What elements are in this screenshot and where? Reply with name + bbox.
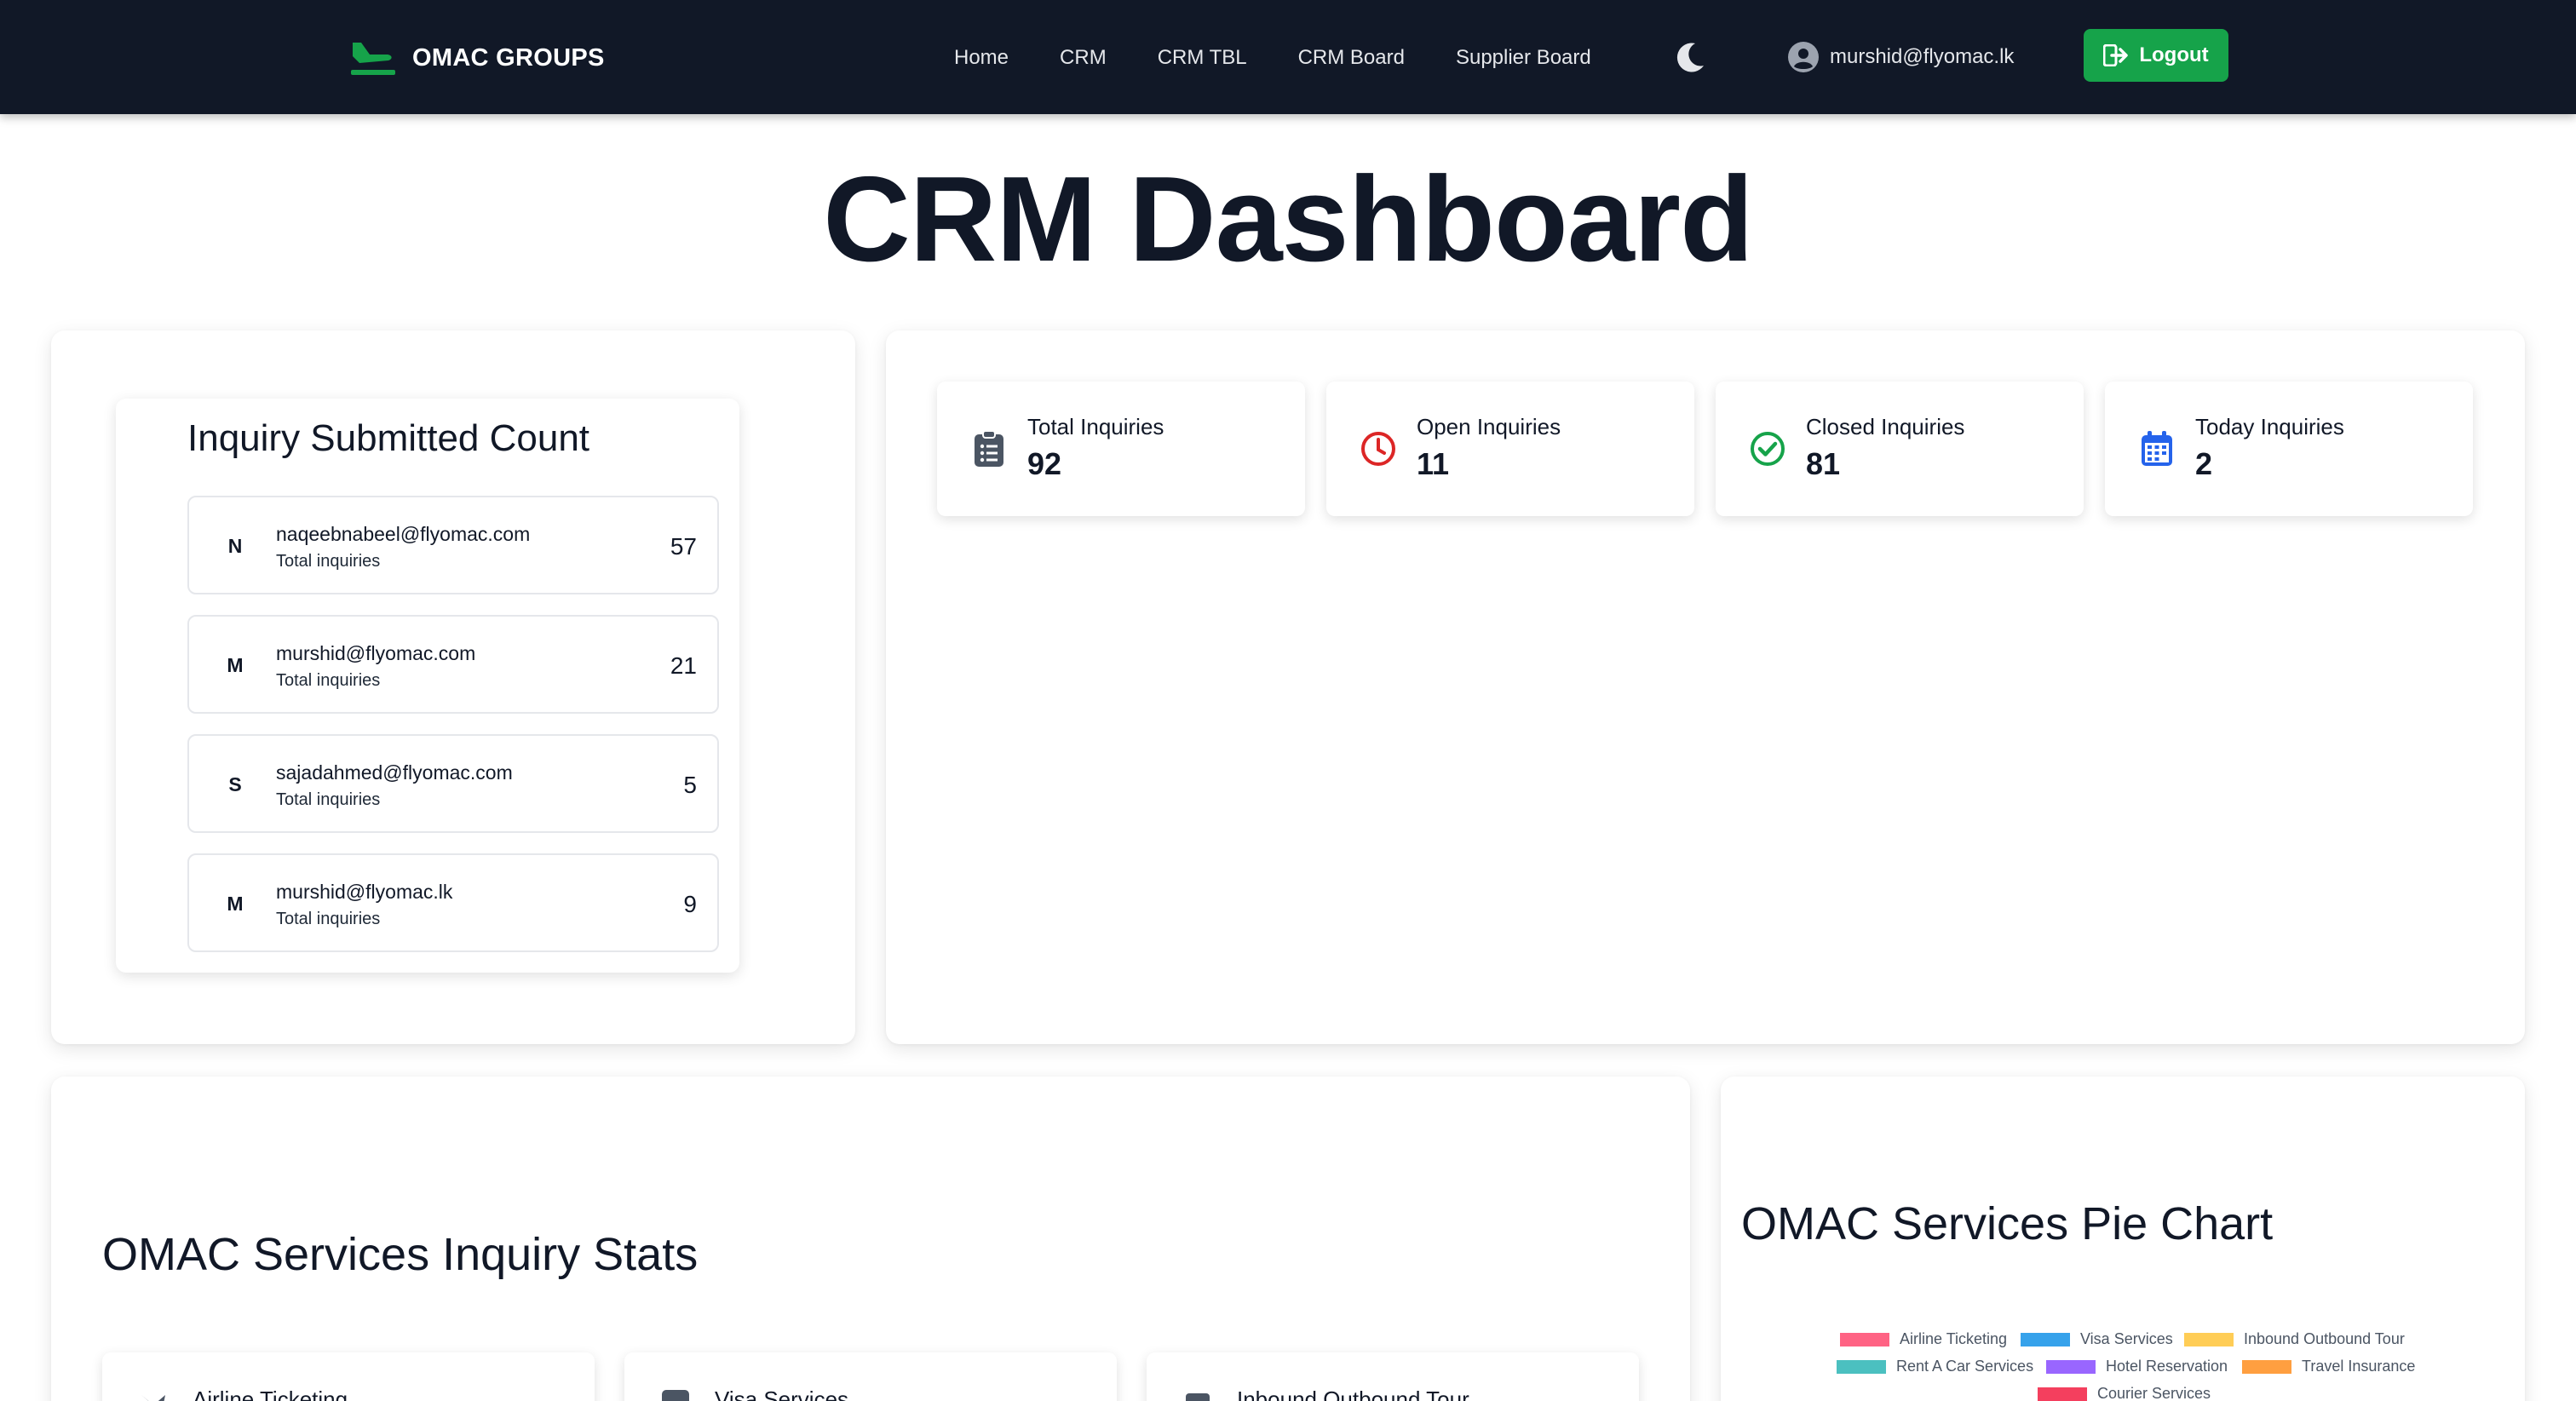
user-initial: N <box>227 535 243 557</box>
user-email-text: murshid@flyomac.com <box>276 642 476 664</box>
brand-logo-link[interactable]: OMAC GROUPS <box>349 37 605 78</box>
legend-label: Inbound Outbound Tour <box>2244 1330 2405 1347</box>
nav-link-crm-board[interactable]: CRM Board <box>1298 46 1405 70</box>
calendar-icon <box>2142 431 2172 466</box>
legend-swatch <box>1837 1359 1886 1374</box>
legend-item[interactable]: Travel Insurance <box>2242 1358 2415 1375</box>
nav-link-home[interactable]: Home <box>954 46 1009 70</box>
service-card-inbound-outbound-tour: Inbound Outbound Tour <box>1147 1352 1639 1401</box>
user-initial: M <box>227 654 244 676</box>
theme-toggle-button[interactable] <box>1671 38 1709 76</box>
clipboard-list-icon <box>975 430 1003 467</box>
nav-link-crm-tbl[interactable]: CRM TBL <box>1158 46 1247 70</box>
legend-swatch <box>2021 1332 2070 1346</box>
nav-links: Home CRM CRM TBL CRM Board Supplier Boar… <box>954 41 1642 75</box>
stat-card-today: Today Inquiries 2 <box>2105 382 2473 516</box>
service-label: Airline Ticketing <box>193 1387 348 1401</box>
inquiry-count-value: 5 <box>683 772 697 798</box>
user-initial: S <box>228 773 242 795</box>
user-email-text: naqeebnabeel@flyomac.com <box>276 523 531 545</box>
legend-swatch <box>2046 1359 2096 1374</box>
services-stats-title: OMAC Services Inquiry Stats <box>102 1229 699 1280</box>
nav-link-crm[interactable]: CRM <box>1060 46 1107 70</box>
stat-card-closed: Closed Inquiries 81 <box>1716 382 2084 516</box>
clock-icon <box>1361 432 1395 466</box>
airplane-departure-icon <box>351 43 395 75</box>
plane-icon <box>141 1395 165 1401</box>
stat-value: 92 <box>1027 446 1062 481</box>
list-item: M murshid@flyomac.com Total inquiries 21 <box>187 615 719 714</box>
brand-name: OMAC GROUPS <box>412 43 605 72</box>
passport-icon <box>662 1390 689 1401</box>
nav-link-supplier-board[interactable]: Supplier Board <box>1456 46 1591 70</box>
list-item: N naqeebnabeel@flyomac.com Total inquiri… <box>187 496 719 594</box>
service-card-airline-ticketing: Airline Ticketing <box>102 1352 595 1401</box>
row-subtitle: Total inquiries <box>276 790 381 809</box>
stat-label: Total Inquiries <box>1027 414 1164 439</box>
legend-item[interactable]: Visa Services <box>2021 1330 2173 1348</box>
legend-item[interactable]: Rent A Car Services <box>1837 1358 2033 1375</box>
stat-card-total: Total Inquiries 92 <box>937 382 1305 516</box>
page-title: CRM Dashboard <box>823 152 1754 287</box>
stat-card-open: Open Inquiries 11 <box>1326 382 1694 516</box>
service-label: Inbound Outbound Tour <box>1237 1387 1469 1401</box>
inquiry-count-value: 57 <box>670 533 697 560</box>
user-email-text: sajadahmed@flyomac.com <box>276 761 513 784</box>
suitcase-icon <box>1186 1393 1210 1401</box>
stat-value: 81 <box>1806 446 1841 481</box>
stat-value: 2 <box>2195 446 2213 481</box>
legend-swatch <box>2184 1332 2234 1346</box>
logout-label: Logout <box>2139 43 2209 66</box>
moon-icon <box>1676 43 1704 72</box>
user-email-text: murshid@flyomac.lk <box>276 881 453 903</box>
service-label: Visa Services <box>715 1387 849 1401</box>
inquiry-count-value: 21 <box>670 652 697 679</box>
sign-out-icon <box>2103 44 2129 66</box>
stat-value: 11 <box>1417 446 1450 481</box>
inquiry-count-value: 9 <box>683 891 697 917</box>
service-card-visa-services: Visa Services <box>624 1352 1117 1401</box>
user-email: murshid@flyomac.lk <box>1830 45 2015 68</box>
legend-item[interactable]: Inbound Outbound Tour <box>2184 1330 2405 1348</box>
pie-chart-legend: Airline Ticketing Visa Services Inbound … <box>1837 1329 2433 1401</box>
row-subtitle: Total inquiries <box>276 552 381 571</box>
row-subtitle: Total inquiries <box>276 671 381 690</box>
inquiry-count-title: Inquiry Submitted Count <box>187 417 590 459</box>
legend-label: Visa Services <box>2080 1330 2173 1347</box>
legend-swatch <box>2038 1387 2087 1401</box>
user-menu[interactable]: murshid@flyomac.lk <box>1787 39 2014 75</box>
legend-swatch <box>2242 1359 2291 1374</box>
legend-label: Airline Ticketing <box>1900 1330 2008 1347</box>
legend-item[interactable]: Airline Ticketing <box>1840 1330 2007 1348</box>
legend-label: Rent A Car Services <box>1896 1358 2034 1375</box>
legend-item[interactable]: Courier Services <box>2038 1385 2211 1401</box>
user-circle-icon <box>1788 42 1819 72</box>
list-item: M murshid@flyomac.lk Total inquiries 9 <box>187 853 719 952</box>
legend-label: Hotel Reservation <box>2106 1358 2228 1375</box>
stat-label: Open Inquiries <box>1417 414 1561 439</box>
list-item: S sajadahmed@flyomac.com Total inquiries… <box>187 734 719 833</box>
top-navbar: OMAC GROUPS Home CRM CRM TBL CRM Board S… <box>0 0 2576 114</box>
legend-label: Travel Insurance <box>2302 1358 2416 1375</box>
legend-item[interactable]: Hotel Reservation <box>2046 1358 2228 1375</box>
user-initial: M <box>227 893 244 915</box>
check-circle-icon <box>1751 432 1785 466</box>
logout-button[interactable]: Logout <box>2084 29 2228 82</box>
legend-swatch <box>1840 1332 1889 1346</box>
row-subtitle: Total inquiries <box>276 910 381 928</box>
pie-chart-title: OMAC Services Pie Chart <box>1741 1198 2274 1249</box>
stat-label: Today Inquiries <box>2195 414 2344 439</box>
legend-label: Courier Services <box>2097 1385 2211 1401</box>
stat-label: Closed Inquiries <box>1806 414 1965 439</box>
